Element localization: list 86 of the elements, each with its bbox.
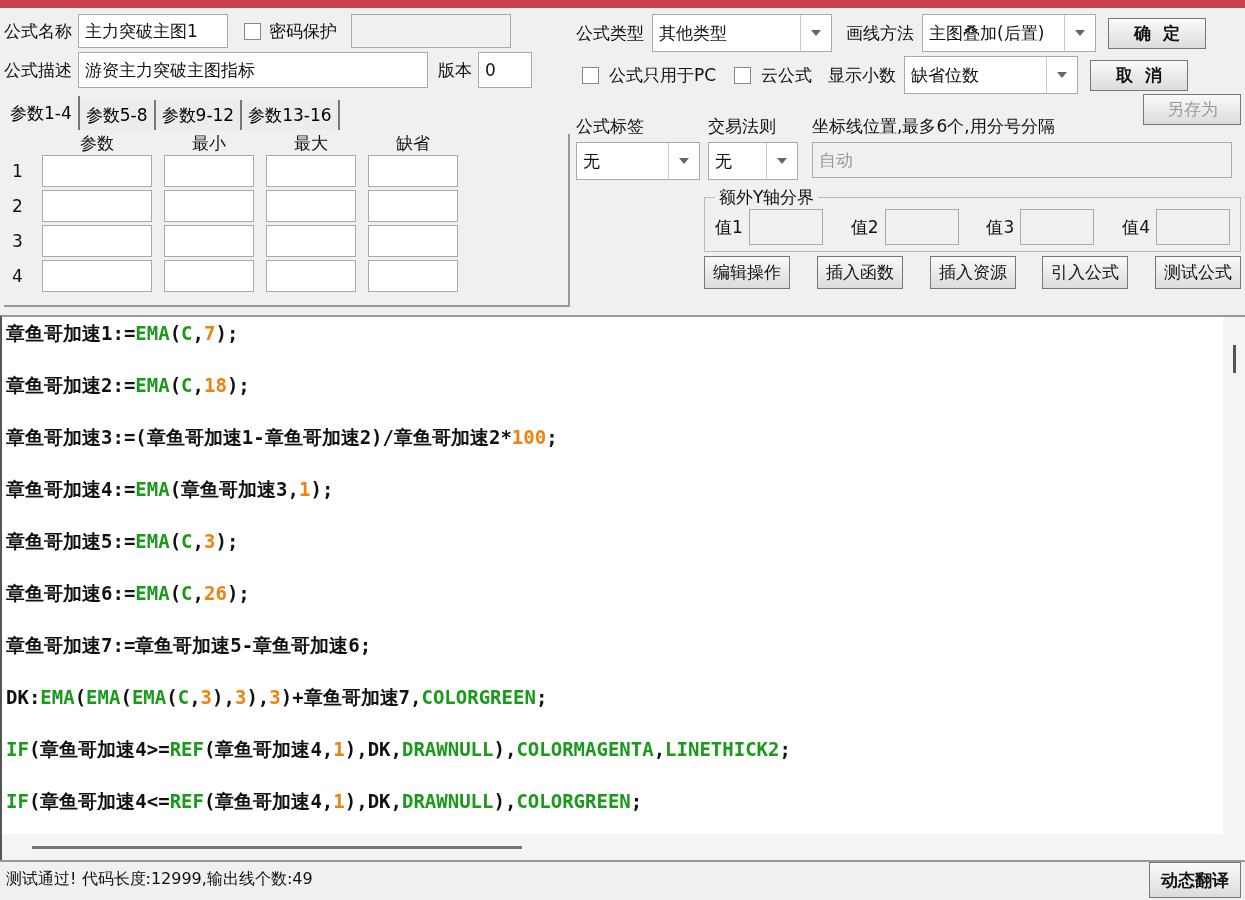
dropdown-arrow-icon (1075, 30, 1085, 36)
field-label: 公式名称 (4, 19, 72, 43)
checkbox-label: 公式只用于PC (609, 63, 717, 87)
code-line: 章鱼哥加速5:=EMA(C,3); (6, 528, 240, 554)
value-field[interactable] (1156, 209, 1230, 245)
code-line: 章鱼哥加速4:=EMA(章鱼哥加速3,1); (6, 476, 335, 502)
param-field[interactable] (266, 190, 356, 222)
code-line: DK:EMA(EMA(EMA(C,3),3),3)+章鱼哥加速7,COLORGREEN; (6, 684, 549, 710)
row-number: 1 (12, 161, 24, 181)
param-field[interactable] (164, 190, 254, 222)
code-line: IF(章鱼哥加速4>=REF(章鱼哥加速4,1),DK,DRAWNULL),COLORMAGENTA,LINETHICK2; (6, 736, 792, 762)
param-field[interactable] (368, 260, 458, 292)
code-line: 章鱼哥加速2:=EMA(C,18); (6, 372, 251, 398)
field-label: 值2 (850, 215, 879, 239)
description-field[interactable]: 游资主力突破主图指标 (78, 52, 428, 88)
param-field[interactable] (42, 190, 152, 222)
field-label: 版本 (438, 58, 472, 82)
column-header: 缺省 (395, 134, 431, 152)
param-field[interactable] (164, 155, 254, 187)
row-number: 4 (12, 266, 24, 286)
checkbox[interactable] (582, 66, 599, 84)
vertical-scrollbar[interactable] (1223, 316, 1245, 835)
action-button[interactable]: 编辑操作 (704, 256, 790, 289)
checkbox[interactable] (244, 22, 261, 40)
dropdown[interactable]: 其他类型 (652, 14, 832, 52)
code-line: 章鱼哥加速1:=EMA(C,7); (6, 320, 240, 346)
checkbox[interactable] (734, 66, 752, 84)
row-number: 3 (12, 231, 24, 251)
tab[interactable]: 参数9-12 (155, 100, 243, 130)
action-button[interactable]: 引入公式 (1042, 256, 1129, 289)
field-label: 值3 (986, 215, 1015, 239)
param-field[interactable] (368, 155, 458, 187)
action-button[interactable]: 插入函数 (816, 256, 903, 289)
cancel-button[interactable]: 取 消 (1090, 59, 1189, 91)
password-field[interactable] (351, 14, 511, 48)
checkbox-label: 密码保护 (269, 19, 337, 43)
param-field[interactable] (368, 190, 458, 222)
column-header: 最小 (191, 134, 227, 152)
param-field[interactable] (42, 225, 152, 257)
param-field[interactable] (42, 155, 152, 187)
field-label: 公式标签 (576, 115, 645, 138)
field-label: 公式描述 (4, 58, 72, 82)
column-header: 最大 (293, 134, 329, 152)
dropdown[interactable]: 无 (576, 142, 700, 180)
field-label: 交易法则 (708, 115, 777, 138)
param-field[interactable] (266, 225, 356, 257)
field-label: 值4 (1122, 215, 1150, 239)
action-button[interactable]: 测试公式 (1155, 256, 1241, 289)
field-label: 值1 (715, 215, 743, 239)
name-field[interactable]: 主力突破主图1 (78, 14, 228, 48)
param-field[interactable] (42, 260, 152, 292)
status-text: 测试通过! 代码长度:12999,输出线个数:49 (6, 869, 313, 890)
dropdown-arrow-icon (811, 30, 821, 36)
column-header: 参数 (79, 134, 115, 152)
field-label: 画线方法 (846, 21, 914, 45)
translate-button[interactable]: 动态翻译 (1149, 862, 1241, 898)
value-field[interactable] (884, 209, 959, 245)
action-button[interactable]: 插入资源 (929, 256, 1016, 289)
dropdown-arrow-icon (777, 158, 787, 164)
value-field[interactable] (1020, 209, 1095, 245)
value-field[interactable] (748, 209, 823, 245)
row-number: 2 (12, 196, 24, 216)
field-label: 坐标线位置,最多6个,用分号分隔 (812, 115, 1056, 138)
code-line: 章鱼哥加速3:=(章鱼哥加速1-章鱼哥加速2)/章鱼哥加速2*100; (6, 424, 559, 450)
param-field[interactable] (266, 155, 356, 187)
checkbox-label: 云公式 (761, 63, 813, 87)
dropdown[interactable]: 主图叠加(后置) (922, 14, 1096, 52)
param-field[interactable] (164, 225, 254, 257)
horizontal-scrollbar[interactable] (0, 834, 1245, 860)
tab[interactable]: 参数13-16 (242, 100, 340, 130)
code-line: 章鱼哥加速6:=EMA(C,26); (6, 580, 251, 606)
code-line: IF(章鱼哥加速4<=REF(章鱼哥加速4,1),DK,DRAWNULL),COLORGREEN; (6, 788, 644, 814)
dropdown-arrow-icon (1057, 72, 1068, 78)
confirm-button[interactable]: 确 定 (1108, 17, 1206, 49)
field-label: 公式类型 (576, 21, 644, 45)
field-label: 显示小数 (828, 63, 897, 87)
tab[interactable]: 参数5-8 (79, 100, 156, 130)
dropdown[interactable]: 无 (708, 142, 798, 180)
code-line: 章鱼哥加速7:=章鱼哥加速5-章鱼哥加速6; (6, 632, 373, 658)
param-field[interactable] (266, 260, 356, 292)
param-field[interactable] (368, 225, 458, 257)
group-title: 额外Y轴分界 (718, 186, 816, 209)
param-field[interactable] (164, 260, 254, 292)
version-field[interactable]: 0 (478, 52, 532, 88)
dropdown-arrow-icon (679, 158, 689, 164)
dropdown[interactable]: 缺省位数 (904, 56, 1079, 94)
